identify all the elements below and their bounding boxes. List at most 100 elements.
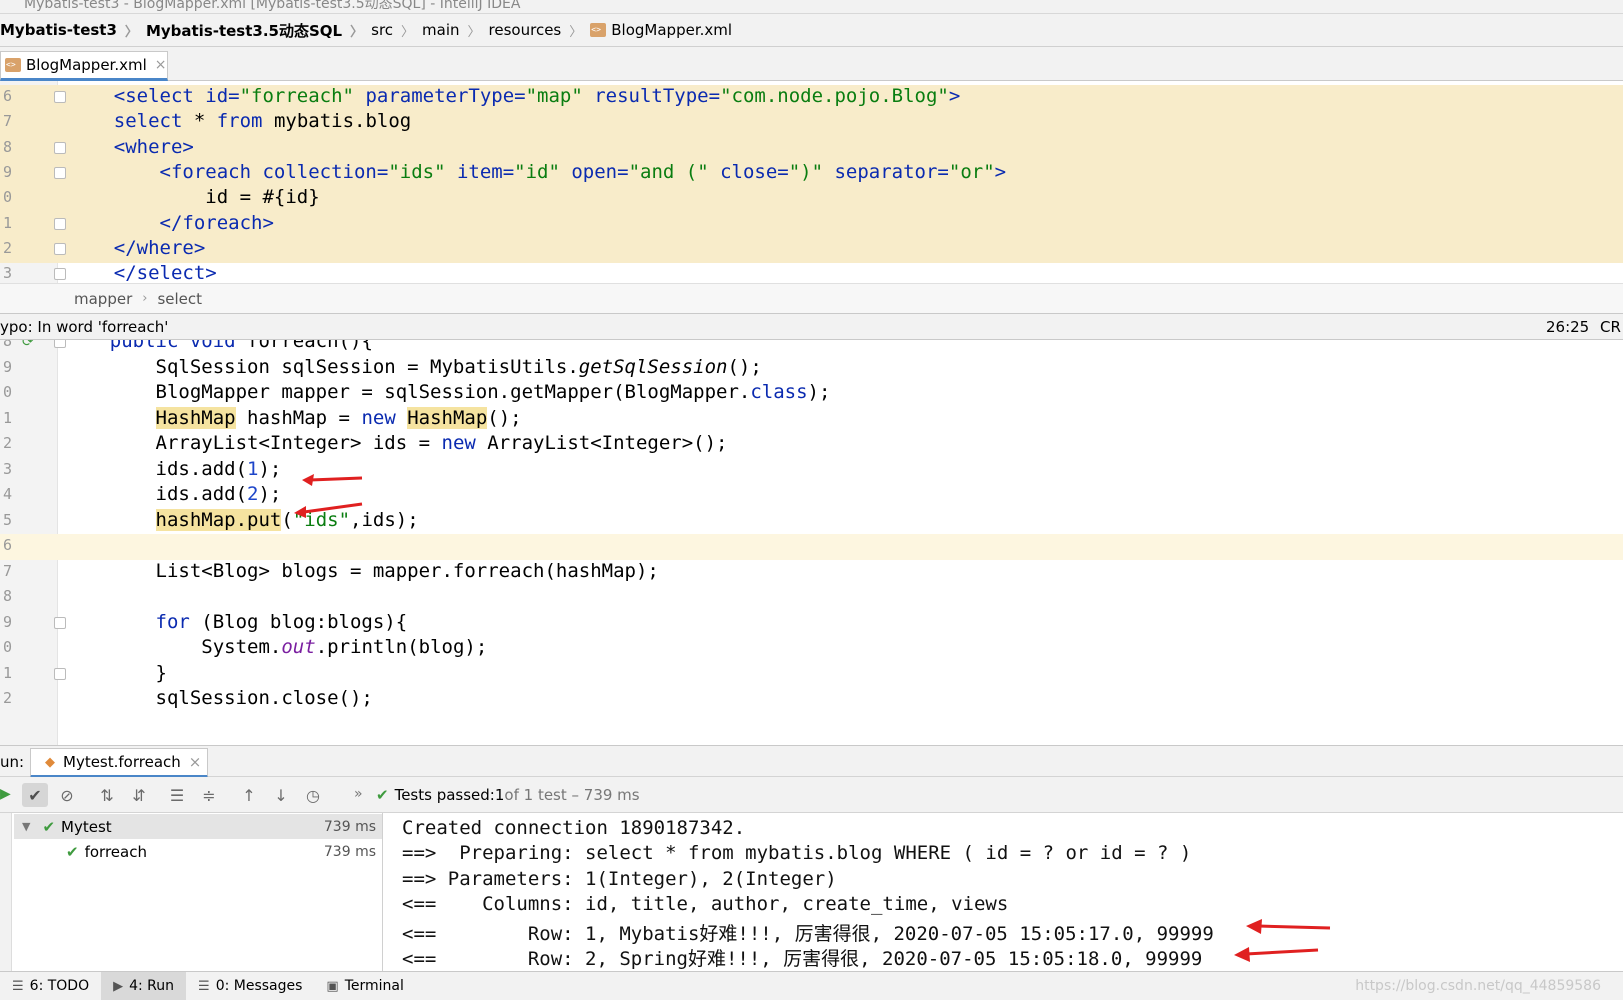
code-token: resultType= — [582, 85, 721, 107]
code-line[interactable]: 6 — [0, 534, 1623, 560]
run-icon: ▶ — [113, 978, 124, 994]
xml-crumb-mapper[interactable]: mapper — [74, 290, 132, 308]
line-separator[interactable]: CR — [1600, 318, 1621, 336]
code-line[interactable]: 8 <where> — [0, 135, 1623, 162]
run-label: un: — [0, 753, 25, 771]
code-token: parameterType= — [354, 85, 526, 107]
code-line[interactable]: 7 select * from mybatis.blog — [0, 110, 1623, 137]
code-line[interactable]: 2 </where> — [0, 236, 1623, 263]
code-line[interactable]: 0 id = #{id} — [0, 186, 1623, 213]
code-token: (){ — [338, 340, 373, 352]
fold-marker-icon[interactable] — [54, 242, 66, 255]
code-line[interactable]: 6 <select id="forreach" parameterType="m… — [0, 85, 1623, 111]
code-token: close= — [708, 160, 789, 183]
code-token: "com.node.pojo.Blog" — [720, 85, 949, 107]
chevron-right-icon: › — [142, 291, 148, 306]
code-line[interactable]: 7 List<Blog> blogs = mapper.forreach(has… — [0, 560, 1623, 586]
line-number: 2 — [2, 689, 12, 707]
tool-tab-run[interactable]: ▶ 4: Run — [101, 972, 187, 1000]
fold-marker-icon[interactable] — [54, 268, 66, 281]
code-line[interactable]: 1 } — [0, 662, 1623, 688]
tab-run-config[interactable]: ◆ Mytest.forreach × — [30, 748, 208, 778]
code-text: public void forreach(){ — [64, 340, 373, 352]
line-number: 0 — [2, 638, 12, 656]
more-icon[interactable]: » — [354, 786, 363, 802]
tool-tab-terminal[interactable]: ▣ Terminal — [314, 972, 415, 1000]
code-line[interactable]: 1 </foreach> — [0, 211, 1623, 238]
code-token: from — [216, 110, 263, 133]
code-token: forreach — [247, 340, 339, 352]
xml-crumb-select[interactable]: select — [157, 290, 202, 308]
cursor-position[interactable]: 26:25 — [1546, 318, 1589, 336]
test-history-button[interactable]: ◷ — [300, 783, 326, 807]
code-token: </select> — [113, 262, 217, 283]
code-text: <foreach collection="ids" item="id" open… — [68, 160, 1007, 183]
tool-tab-messages[interactable]: ☰ 0: Messages — [186, 972, 314, 1000]
chevron-right-icon: 〉 — [124, 24, 138, 40]
prev-failed-button[interactable]: ↑ — [236, 783, 262, 807]
tab-blogmapper-xml[interactable]: BlogMapper.xml × — [0, 51, 168, 81]
line-number: 2 — [2, 238, 12, 257]
sort-alpha-button[interactable]: ⇅ — [94, 783, 120, 807]
show-ignored-button[interactable]: ⊘ — [54, 783, 80, 807]
code-token: ArrayList<Integer> ids = — [155, 432, 442, 454]
fold-marker-icon[interactable] — [54, 91, 66, 103]
collapse-all-button[interactable]: ≑ — [196, 783, 222, 807]
tree-row-mytest[interactable]: ▼ ✔ Mytest 739 ms — [14, 814, 382, 839]
console-output[interactable]: Created connection 1890187342. ==> Prepa… — [384, 813, 1623, 971]
code-line[interactable]: 5 hashMap.put("ids",ids); — [0, 508, 1623, 535]
code-line[interactable]: 9 SqlSession sqlSession = MybatisUtils.g… — [0, 356, 1623, 382]
code-line[interactable]: 1 HashMap hashMap = new HashMap(); — [0, 406, 1623, 433]
breadcrumb-main[interactable]: main 〉 — [422, 21, 489, 40]
fold-marker-icon[interactable] — [54, 166, 66, 179]
fold-marker-icon[interactable] — [54, 141, 66, 154]
code-token: System. — [201, 636, 282, 658]
breadcrumb-file[interactable]: BlogMapper.xml — [590, 21, 732, 39]
annotation-arrow-icon — [302, 474, 363, 486]
line-number: 6 — [2, 87, 12, 105]
code-line[interactable]: 0 BlogMapper mapper = sqlSession.getMapp… — [0, 381, 1623, 407]
code-line[interactable]: 3 ids.add(1); — [0, 458, 1623, 484]
sort-duration-button[interactable]: ⇵ — [126, 783, 152, 807]
run-test-gutter-icon[interactable]: ⟳ — [22, 340, 34, 350]
tool-tab-todo[interactable]: ☰ 6: TODO — [0, 972, 101, 1000]
code-line[interactable]: 3 </select> — [0, 262, 1623, 283]
breadcrumb-project[interactable]: Mybatis-test3 〉 — [0, 21, 146, 40]
test-config-icon: ◆ — [45, 754, 55, 770]
next-failed-button[interactable]: ↓ — [268, 783, 294, 807]
code-token: "id" — [514, 160, 560, 183]
code-line[interactable]: 2 ArrayList<Integer> ids = new ArrayList… — [0, 432, 1623, 458]
expand-all-button[interactable]: ☰ — [164, 783, 190, 807]
code-line[interactable]: 8 public void forreach(){ — [0, 340, 1623, 356]
watermark: https://blog.csdn.net/qq_44859586 — [1355, 978, 1601, 994]
breadcrumb-module[interactable]: Mybatis-test3.5动态SQL 〉 — [146, 20, 371, 41]
code-line[interactable]: 9 <foreach collection="ids" item="id" op… — [0, 160, 1623, 187]
code-line[interactable]: 2 sqlSession.close(); — [0, 687, 1623, 713]
breadcrumb-resources[interactable]: resources 〉 — [489, 21, 591, 40]
show-passed-button[interactable]: ✔ — [22, 783, 48, 807]
rerun-icon[interactable]: ▶ — [0, 786, 11, 802]
code-token: item= — [445, 160, 515, 183]
xml-editor[interactable]: 6 <select id="forreach" parameterType="m… — [0, 81, 1623, 283]
code-text: ids.add(2); — [64, 483, 282, 505]
fold-marker-icon[interactable] — [54, 217, 66, 230]
line-number: 0 — [2, 383, 12, 401]
code-line[interactable]: 9 for (Blog blog:blogs){ — [0, 611, 1623, 637]
code-line[interactable]: 0 System.out.println(blog); — [0, 636, 1623, 662]
close-icon[interactable]: × — [189, 753, 202, 771]
line-number: 7 — [2, 561, 12, 580]
tree-row-forreach[interactable]: ✔ forreach 739 ms — [14, 839, 382, 864]
code-text: </where> — [68, 237, 206, 259]
run-tool-header: un: ◆ Mytest.forreach × — [0, 745, 1623, 778]
code-token: ids.add( — [155, 483, 248, 505]
arrow-up-icon: ↑ — [242, 785, 256, 805]
chevron-right-icon: 〉 — [401, 24, 415, 40]
code-token: for — [155, 610, 202, 633]
code-line[interactable]: 8 — [0, 585, 1623, 611]
java-editor[interactable]: 8 public void forreach(){9 SqlSession sq… — [0, 340, 1623, 745]
code-line[interactable]: 4 ids.add(2); — [0, 483, 1623, 509]
close-icon[interactable]: × — [155, 57, 167, 73]
code-token: getSqlSession — [578, 355, 728, 378]
code-token: "forreach" — [239, 85, 354, 107]
breadcrumb-src[interactable]: src 〉 — [371, 21, 422, 40]
